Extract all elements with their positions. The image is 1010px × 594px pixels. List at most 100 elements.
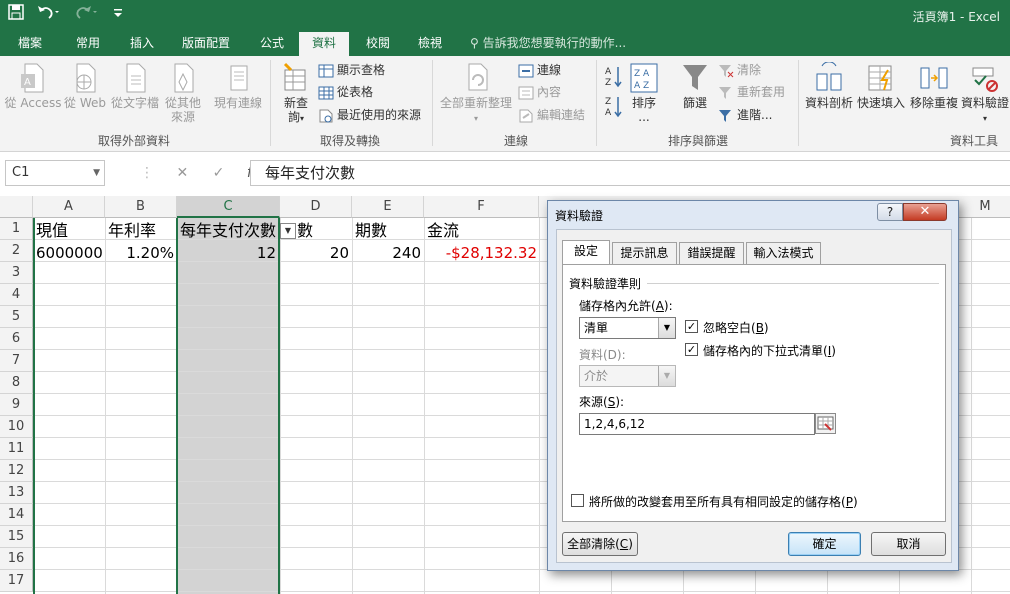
tab-home[interactable]: 常用 (62, 32, 114, 56)
cell-d1[interactable]: 數 (297, 220, 313, 242)
sort-ascending-button[interactable]: AZ (602, 64, 626, 91)
tab-settings[interactable]: 設定 (562, 240, 610, 265)
cell-c1[interactable]: 每年支付次數 (180, 220, 276, 242)
clear-filter-button[interactable]: 清除 (718, 60, 761, 80)
cell-f1[interactable]: 金流 (427, 220, 459, 242)
customize-qat-icon[interactable] (110, 4, 126, 26)
tab-ime-mode[interactable]: 輸入法模式 (746, 242, 821, 264)
clear-all-button[interactable]: 全部清除(C) (562, 532, 638, 556)
in-cell-dropdown-checkbox[interactable]: ✓ (685, 343, 698, 356)
allow-select[interactable]: 清單 ▼ (579, 317, 676, 339)
text-to-columns-button[interactable]: 資料剖析 (804, 62, 854, 110)
column-header-b[interactable]: B (105, 196, 177, 218)
reapply-button[interactable]: 重新套用 (718, 82, 785, 102)
formula-input[interactable]: 每年支付次數 (250, 160, 1010, 186)
row-header[interactable]: 12 (0, 460, 33, 482)
row-header[interactable]: 5 (0, 306, 33, 328)
cell-f2[interactable]: -$28,132.32 (427, 242, 537, 264)
from-web-button[interactable]: 從 Web (62, 62, 108, 110)
tab-input-message[interactable]: 提示訊息 (612, 242, 677, 264)
row-header[interactable]: 10 (0, 416, 33, 438)
column-header-d[interactable]: D (280, 196, 352, 218)
show-queries-button[interactable]: 顯示查格 (318, 60, 385, 80)
new-query-button[interactable]: 新查 詢▾ (278, 62, 314, 126)
properties-button[interactable]: 內容 (518, 82, 561, 102)
column-header-e[interactable]: E (352, 196, 424, 218)
tab-data[interactable]: 資料 (299, 32, 349, 56)
row-header[interactable]: 6 (0, 328, 33, 350)
name-box[interactable]: C1 ▼ (5, 160, 105, 186)
cell-e2[interactable]: 240 (355, 242, 421, 264)
new-query-label1: 新查 (283, 96, 308, 110)
refresh-all-button[interactable]: 全部重新整理 ▾ (440, 62, 512, 126)
tab-insert[interactable]: 插入 (116, 32, 168, 56)
tab-page-layout[interactable]: 版面配置 (172, 32, 240, 56)
tab-review[interactable]: 校閱 (352, 32, 404, 56)
apply-all-checkbox[interactable] (571, 494, 584, 507)
row-header[interactable]: 9 (0, 394, 33, 416)
column-header-f[interactable]: F (424, 196, 539, 218)
row-header[interactable]: 11 (0, 438, 33, 460)
from-access-button[interactable]: A 從 Access (4, 62, 62, 110)
row-header[interactable]: 15 (0, 526, 33, 548)
cell-c2[interactable]: 12 (180, 242, 276, 264)
data-validation-button[interactable]: 資料驗證 ▾ (960, 62, 1010, 126)
cell-d2[interactable]: 20 (283, 242, 349, 264)
close-icon[interactable]: ✕ (903, 203, 947, 221)
flash-fill-button[interactable]: 快速填入 (856, 62, 906, 110)
cell-a1[interactable]: 現值 (36, 220, 68, 242)
validation-dropdown-arrow-icon[interactable]: ▼ (280, 223, 296, 239)
select-all-corner[interactable] (0, 196, 33, 218)
source-input[interactable]: 1,2,4,6,12 (579, 413, 815, 435)
from-text-button[interactable]: 從文字檔 (108, 62, 162, 110)
ignore-blank-checkbox[interactable]: ✓ (685, 320, 698, 333)
filter-button[interactable]: 篩選 (680, 62, 710, 110)
cell-b1[interactable]: 年利率 (108, 220, 156, 242)
row-header[interactable]: 7 (0, 350, 33, 372)
edit-links-button[interactable]: 編輯連結 (518, 105, 585, 125)
tell-me-box[interactable]: ⚲ 告訴我您想要執行的動作... (470, 32, 626, 56)
chevron-down-icon[interactable]: ▼ (93, 161, 100, 185)
save-icon[interactable] (6, 4, 26, 26)
cell-a2[interactable]: 6000000 (36, 242, 103, 264)
existing-connections-button[interactable]: 現有連線 (210, 62, 266, 110)
help-icon[interactable]: ? (877, 203, 903, 221)
collapse-dialog-button[interactable] (815, 413, 836, 434)
svg-text:Z: Z (605, 97, 611, 107)
sort-button[interactable]: Z A A Z 排序 ... (628, 62, 660, 124)
cancel-button[interactable]: 取消 (871, 532, 946, 556)
row-header[interactable]: 4 (0, 284, 33, 306)
remove-duplicates-button[interactable]: 移除重複 (908, 62, 960, 110)
cancel-icon[interactable]: ✕ (176, 165, 188, 181)
recent-sources-button[interactable]: 最近使用的來源 (318, 105, 421, 125)
tab-error-alert[interactable]: 錯誤提醒 (679, 242, 744, 264)
advanced-filter-button[interactable]: 進階... (718, 105, 772, 125)
tab-file[interactable]: 檔案 (4, 32, 56, 56)
row-header[interactable]: 1 (0, 218, 33, 240)
from-other-sources-button[interactable]: 從其他 來源 (162, 62, 204, 124)
sort-descending-button[interactable]: ZA (602, 94, 626, 121)
cell-e1[interactable]: 期數 (355, 220, 387, 242)
connections-button[interactable]: 連線 (518, 60, 561, 80)
column-header-c[interactable]: C (177, 196, 280, 218)
row-header[interactable]: 17 (0, 570, 33, 592)
undo-icon[interactable] (34, 4, 62, 26)
chevron-down-icon[interactable]: ▼ (658, 318, 675, 338)
ok-button[interactable]: 確定 (788, 532, 861, 556)
from-table-button[interactable]: 從表格 (318, 82, 373, 102)
name-box-value: C1 (12, 165, 30, 180)
data-label: 資料(D): (579, 348, 626, 362)
column-header-m[interactable]: M (960, 196, 1010, 218)
column-header-a[interactable]: A (33, 196, 105, 218)
cell-b2[interactable]: 1.20% (108, 242, 174, 264)
row-header[interactable]: 16 (0, 548, 33, 570)
redo-icon[interactable] (72, 4, 100, 26)
enter-icon[interactable]: ✓ (213, 165, 225, 181)
row-header[interactable]: 2 (0, 240, 33, 262)
tab-formulas[interactable]: 公式 (246, 32, 298, 56)
row-header[interactable]: 13 (0, 482, 33, 504)
tab-view[interactable]: 檢視 (404, 32, 456, 56)
row-header[interactable]: 8 (0, 372, 33, 394)
row-header[interactable]: 3 (0, 262, 33, 284)
row-header[interactable]: 14 (0, 504, 33, 526)
